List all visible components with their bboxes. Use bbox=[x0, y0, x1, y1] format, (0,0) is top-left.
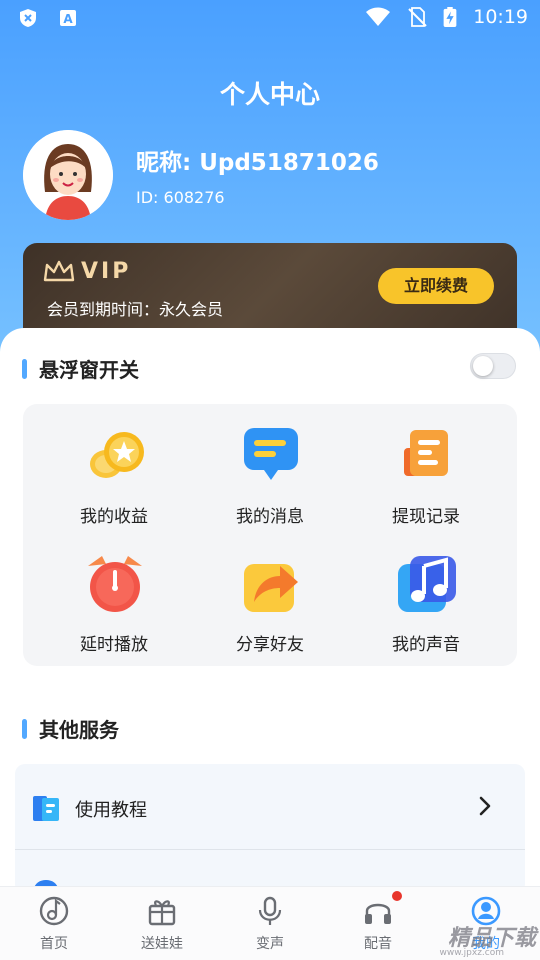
microphone-icon bbox=[258, 896, 282, 925]
gift-box-icon bbox=[148, 900, 176, 926]
share-icon bbox=[244, 564, 298, 612]
watermark-url: www.jpxz.com bbox=[439, 948, 504, 958]
other-services-section: 其他服务 bbox=[22, 714, 119, 743]
feature-my-voice[interactable]: 我的声音 bbox=[351, 536, 501, 655]
status-bar: A 10:19 bbox=[0, 0, 540, 36]
notification-dot bbox=[392, 891, 402, 901]
content-sheet: 悬浮窗开关 我的收益 我的消息 提现记录 延时播放 分享好友 我的声音 其他服务… bbox=[0, 328, 540, 894]
feature-label: 延时播放 bbox=[80, 635, 148, 655]
girl-avatar-icon bbox=[23, 130, 113, 220]
message-icon bbox=[244, 428, 298, 480]
tutorial-book-icon bbox=[33, 796, 59, 821]
headphones-icon bbox=[365, 903, 391, 924]
feature-share-friends[interactable]: 分享好友 bbox=[195, 536, 345, 655]
crown-icon bbox=[43, 260, 75, 281]
chevron-right-icon bbox=[479, 796, 491, 816]
feature-label: 我的声音 bbox=[392, 635, 460, 655]
vip-logo: VIP bbox=[43, 259, 131, 284]
clock: 10:19 bbox=[473, 6, 528, 28]
floating-window-title: 悬浮窗开关 bbox=[39, 358, 139, 382]
tab-label: 配音 bbox=[364, 936, 392, 952]
feature-label: 提现记录 bbox=[392, 507, 460, 527]
feature-label: 我的收益 bbox=[80, 507, 148, 527]
feature-label: 分享好友 bbox=[236, 635, 304, 655]
feature-withdraw-records[interactable]: 提现记录 bbox=[351, 408, 501, 527]
section-accent-bar bbox=[22, 718, 27, 739]
nickname: 昵称: Upd51871026 bbox=[136, 150, 379, 176]
tab-send-doll[interactable]: 送娃娃 bbox=[108, 887, 216, 960]
service-label: 使用教程 bbox=[75, 800, 147, 821]
feature-delay-play[interactable]: 延时播放 bbox=[39, 536, 189, 655]
alarm-clock-icon bbox=[88, 556, 142, 612]
floating-window-section: 悬浮窗开关 bbox=[22, 354, 139, 383]
tab-home[interactable]: 首页 bbox=[0, 887, 108, 960]
vpn-shield-icon bbox=[20, 9, 36, 27]
page-title: 个人中心 bbox=[219, 80, 320, 109]
svg-text:A: A bbox=[63, 12, 73, 26]
tab-voice-change[interactable]: 变声 bbox=[216, 887, 324, 960]
home-disc-icon bbox=[39, 896, 69, 926]
tab-label: 送娃娃 bbox=[141, 936, 183, 952]
toggle-knob bbox=[473, 356, 493, 376]
feature-my-messages[interactable]: 我的消息 bbox=[195, 408, 345, 527]
feature-grid: 我的收益 我的消息 提现记录 延时播放 分享好友 我的声音 bbox=[23, 404, 517, 666]
other-services-title: 其他服务 bbox=[39, 718, 119, 742]
music-note-icon bbox=[398, 556, 456, 612]
tab-label: 变声 bbox=[256, 936, 284, 952]
wifi-icon bbox=[366, 7, 391, 26]
battery-charging-icon bbox=[443, 7, 457, 27]
keyboard-a-icon: A bbox=[60, 10, 76, 26]
service-item-tutorial[interactable]: 使用教程 bbox=[15, 764, 525, 850]
record-icon bbox=[404, 430, 448, 476]
floating-window-toggle[interactable] bbox=[470, 353, 516, 379]
services-card: 使用教程 bbox=[15, 764, 525, 894]
user-id: ID: 608276 bbox=[136, 188, 225, 207]
tab-dubbing[interactable]: 配音 bbox=[324, 887, 432, 960]
feature-my-earnings[interactable]: 我的收益 bbox=[39, 408, 189, 527]
feature-label: 我的消息 bbox=[236, 507, 304, 527]
vip-badge: VIP bbox=[81, 259, 132, 284]
no-sim-icon bbox=[408, 7, 427, 27]
renew-button[interactable]: 立即续费 bbox=[378, 268, 494, 304]
section-accent-bar bbox=[22, 358, 27, 379]
tab-label: 首页 bbox=[40, 936, 68, 952]
vip-expire-text: 会员到期时间：永久会员 bbox=[47, 300, 224, 319]
coin-icon bbox=[90, 432, 144, 478]
avatar[interactable] bbox=[23, 130, 113, 220]
